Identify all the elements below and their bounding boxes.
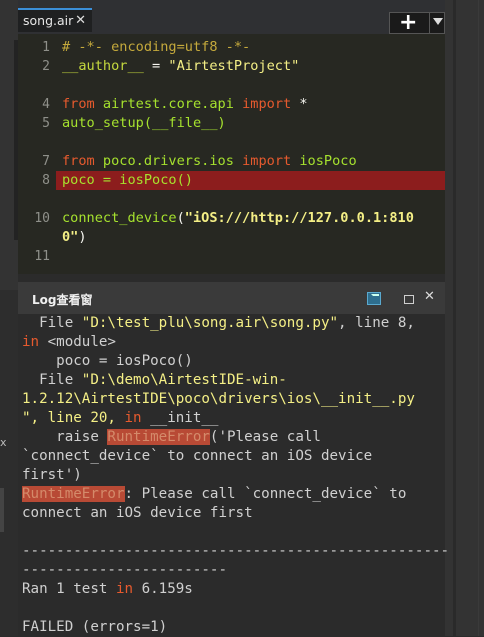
code-token: connect_device [62, 210, 177, 226]
right-dock-divider [453, 0, 456, 636]
log-line: 1.2.12\AirtestIDE\poco\drivers\ios\__ini… [22, 391, 415, 407]
code-token: = [143, 58, 169, 74]
code-line: # -*- encoding=utf8 -*- [62, 39, 251, 55]
chevron-down-icon[interactable] [433, 18, 443, 25]
log-line: poco = iosPoco() [22, 353, 193, 369]
error-name-highlight: RuntimeError [107, 429, 210, 445]
log-line: Ran 1 test in 6.159s [22, 580, 193, 599]
plus-icon: + [399, 10, 418, 35]
log-line: connect an iOS device first [22, 505, 253, 521]
code-token: import [242, 153, 292, 169]
log-token: in [124, 410, 142, 426]
code-line: auto_setup(__file__) [62, 115, 226, 131]
tab-close-icon[interactable]: ✕ [75, 10, 86, 32]
log-line: raise RuntimeError('Please call [22, 428, 321, 447]
code-token: ( [176, 210, 185, 226]
code-line: poco = iosPoco() [62, 172, 193, 188]
log-line: ", line 20, in __init__ [22, 409, 218, 428]
log-token: Ran 1 test [22, 581, 116, 597]
code-token: __author__ [62, 58, 144, 74]
float-panel-icon[interactable] [404, 295, 414, 304]
new-script-button[interactable]: + [389, 10, 445, 35]
code-line: connect_device("iOS:///http://127.0.0.1:… [62, 209, 414, 228]
line-number: 5 [42, 116, 50, 131]
line-number: 10 [34, 211, 50, 226]
log-token: File [22, 315, 82, 331]
log-line: RuntimeError: Please call `connect_devic… [22, 485, 406, 504]
code-token: airtest.core.api [94, 96, 243, 112]
code-token: ) [78, 229, 87, 245]
line-number: 4 [42, 97, 50, 112]
code-line: __author__ = "AirtestProject" [62, 57, 299, 76]
log-separator: ----------------------------------------… [22, 543, 450, 559]
code-token: "AirtestProject" [168, 58, 300, 74]
button-separator [429, 13, 430, 33]
log-token: "D:\test_plu\song.air\song.py" [81, 315, 339, 331]
log-token: ", line 20, [22, 410, 125, 426]
log-panel-header: Log查看窗 ✕ [18, 282, 445, 314]
code-token: import [242, 96, 292, 112]
left-dock-strip [0, 0, 18, 636]
tab-song-air[interactable]: song.air ✕ [18, 8, 92, 32]
log-line: in <module> [22, 333, 116, 352]
filter-icon[interactable] [367, 292, 381, 305]
log-token: ('Please call [209, 429, 321, 445]
code-token: from [62, 96, 95, 112]
log-line: FAILED (errors=1) [22, 619, 168, 635]
log-token: raise [22, 429, 108, 445]
log-panel: Log查看窗 ✕ File "D:\test_plu\song.air\song… [18, 282, 449, 636]
right-dock-strip [445, 0, 484, 636]
log-token: , line 8, [338, 315, 415, 331]
log-token: File [22, 372, 82, 388]
left-dock-lower [0, 290, 18, 636]
tab-label: song.air [23, 13, 74, 28]
left-dock-marker [0, 488, 4, 532]
error-name-highlight: RuntimeError [22, 486, 125, 502]
log-token: "D:\demo\AirtestIDE-win- [81, 372, 287, 388]
code-line: from poco.drivers.ios import iosPoco [62, 152, 357, 171]
line-number: 7 [42, 154, 50, 169]
code-token: poco.drivers.ios [94, 153, 243, 169]
log-token: <module> [39, 334, 116, 350]
log-token: : Please call `connect_device` to [124, 486, 407, 502]
editor-tab-bar: song.air ✕ + [18, 0, 445, 35]
code-token: * [291, 96, 308, 112]
line-number: 11 [34, 249, 50, 264]
code-line-wrap: 0") [62, 228, 87, 247]
code-token: "iOS:///http://127.0.0.1:810 [184, 210, 414, 226]
close-icon[interactable]: ✕ [424, 289, 435, 304]
log-line: first') [22, 467, 82, 483]
line-number: 8 [42, 173, 50, 188]
log-line: File "D:\demo\AirtestIDE-win- [22, 371, 287, 390]
log-separator: ------------------------ [22, 562, 227, 578]
log-token: 6.159s [133, 581, 193, 597]
code-token: from [62, 153, 95, 169]
code-line: from airtest.core.api import * [62, 95, 308, 114]
log-panel-title: Log查看窗 [32, 293, 93, 307]
code-token: iosPoco [291, 153, 357, 169]
line-number: 1 [42, 40, 50, 55]
left-panel-close-icon[interactable]: x [0, 436, 7, 449]
log-line: `connect_device` to connect an iOS devic… [22, 448, 373, 464]
log-line: File "D:\test_plu\song.air\song.py", lin… [22, 314, 415, 333]
right-dock-divider-2 [478, 0, 479, 636]
log-token: __init__ [141, 410, 219, 426]
line-number: 2 [42, 59, 50, 74]
code-token: 0" [62, 229, 79, 245]
log-token: in [115, 581, 134, 597]
script-editor: song.air ✕ + 1 # -*- encoding=utf8 -*- 2… [18, 0, 445, 274]
log-token: in [22, 334, 40, 350]
